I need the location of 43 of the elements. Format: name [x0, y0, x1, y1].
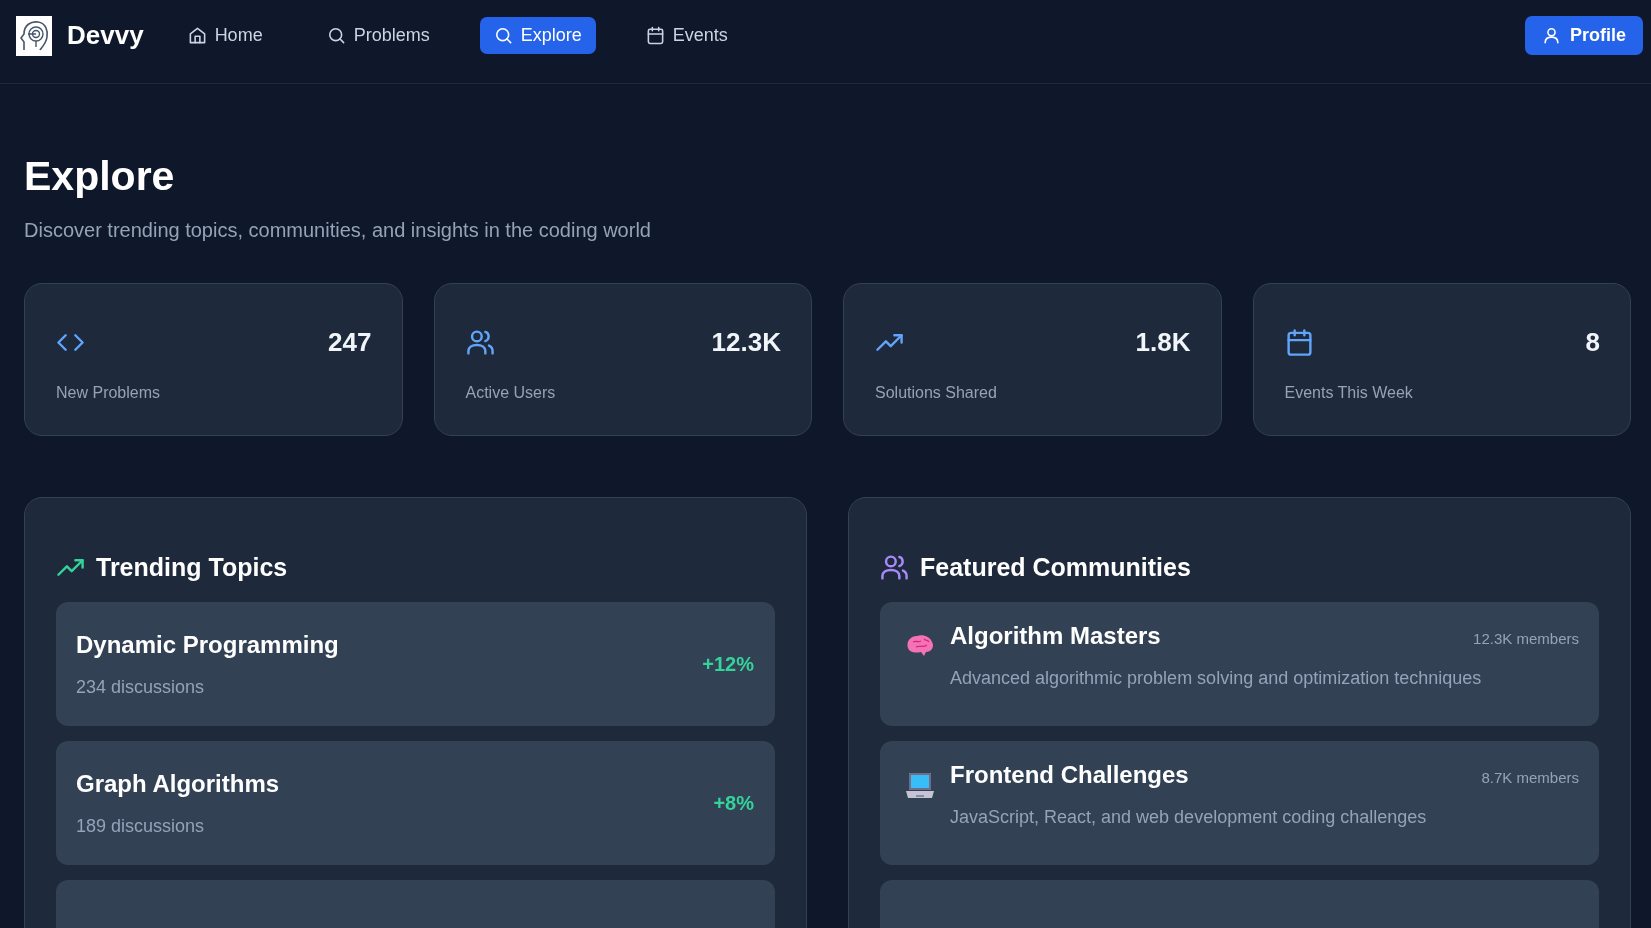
stat-label: Active Users — [465, 384, 557, 403]
page-title: Explore — [24, 152, 176, 201]
topic-name: Dynamic Programming — [76, 630, 339, 659]
page-subtitle: Discover trending topics, communities, and insights in the coding world — [24, 219, 652, 243]
community-card[interactable]: Algorithm Masters 12.3K members Advanced algorithmic problem solving and optimization techniques — [880, 602, 1599, 727]
panel-title: Trending Topics — [96, 553, 288, 583]
community-description: JavaScript, React, and web development coding challenges — [950, 807, 1428, 829]
logo-icon[interactable] — [16, 15, 52, 56]
topic-card[interactable]: Graph Algorithms 189 discussions +8% — [56, 741, 775, 866]
users-icon — [465, 328, 495, 358]
community-name: Algorithm Masters — [950, 622, 1161, 651]
community-description: Advanced algorithmic problem solving and optimization techniques — [950, 668, 1483, 690]
brand-name: Devvy — [67, 20, 144, 51]
topic-card[interactable]: Dynamic Programming 234 discussions +12% — [56, 602, 775, 727]
nav-link[interactable]: Problems — [312, 17, 444, 54]
stat-value: 247 — [328, 327, 372, 359]
user-icon — [1542, 26, 1561, 45]
topic-name: Graph Algorithms — [76, 769, 280, 798]
member-count: 8.7K members — [1481, 769, 1579, 787]
stat-label: Events This Week — [1284, 384, 1414, 403]
trend-change: +8% — [713, 791, 754, 815]
home-icon — [187, 26, 207, 45]
discussion-count: 189 discussions — [76, 815, 206, 837]
profile-button[interactable]: Profile — [1525, 16, 1643, 55]
trend-change: +12% — [702, 652, 754, 676]
nav-link[interactable]: Events — [631, 17, 742, 54]
stat-label: New Problems — [56, 384, 162, 403]
stat-value: 1.8K — [1135, 327, 1191, 359]
users-icon — [880, 553, 909, 583]
panel-title: Featured Communities — [920, 553, 1191, 583]
discussion-count: 234 discussions — [76, 676, 206, 698]
stat-label: Solutions Shared — [875, 384, 998, 403]
community-name: Frontend Challenges — [950, 761, 1189, 790]
calendar-icon — [1284, 328, 1314, 358]
search-icon — [326, 26, 346, 45]
nav-link[interactable]: Home — [173, 17, 277, 54]
search-icon — [493, 26, 513, 45]
calendar-icon — [645, 26, 665, 45]
stat-value: 12.3K — [711, 327, 781, 359]
nav-link[interactable]: Explore — [479, 17, 596, 54]
community-card[interactable]: Frontend Challenges 8.7K members JavaScript, React, and web development coding challenges — [880, 741, 1599, 866]
stat-value: 8 — [1585, 327, 1600, 359]
member-count: 12.3K members — [1473, 630, 1579, 648]
